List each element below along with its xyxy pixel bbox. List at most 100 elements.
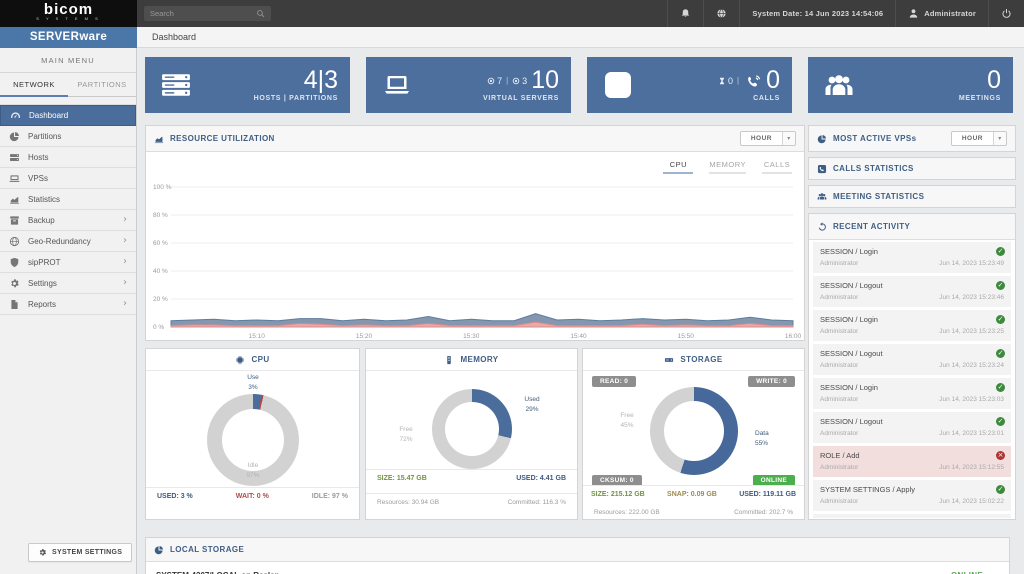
activity-timestamp: Jun 14, 2023 15:23:24 [939,362,1004,369]
sidebar-tabs: NETWORK PARTITIONS [0,73,136,97]
activity-item[interactable]: SESSION / Logout✓AdministratorJun 14, 20… [813,344,1011,375]
user-menu[interactable]: Administrator [896,0,988,27]
sidebar-item-statistics[interactable]: Statistics [0,189,136,210]
network-status-button[interactable] [704,0,739,27]
activity-item[interactable]: SYSTEM SETTINGS / Apply✓AdministratorJun… [813,480,1011,511]
stat-card-virtual-servers[interactable]: 7|3 10 VIRTUAL SERVERS [366,57,571,113]
notifications-button[interactable] [668,0,703,27]
success-icon: ✓ [996,383,1005,392]
resource-utilization-panel: RESOURCE UTILIZATION HOUR ▾ CPUMEMORYCAL… [145,125,805,341]
search-icon[interactable] [256,9,265,18]
gauge-icon [10,110,21,121]
laptop-icon [382,73,412,97]
phone-square-icon [605,72,631,98]
vps-stopped-count: 3 [522,76,527,86]
server-stack-icon [161,73,191,97]
activity-item[interactable]: ROLE / Add×AdministratorJun 14, 2023 15:… [813,446,1011,477]
sidebar-item-dashboard[interactable]: Dashboard [0,105,136,126]
gears-icon [9,278,20,289]
activity-item[interactable]: SESSION / Login✓AdministratorJun 14, 202… [813,378,1011,409]
sidebar-item-backup[interactable]: Backup› [0,210,136,231]
storage-panel-header: STORAGE [583,349,804,371]
top-bar: bicom S Y S T E M S System Date: 14 Jun … [0,0,1024,27]
meetings-label: MEETINGS [959,95,1001,102]
resource-utilization-chart: 0 %20 %40 %60 %80 %100 %15:1015:2015:301… [146,152,804,340]
activity-item[interactable]: SESSION / Login✓AdministratorJun 14, 202… [813,310,1011,341]
shield-icon [9,257,20,268]
sidebar-item-label: Reports [28,300,56,309]
meeting-statistics-panel[interactable]: MEETING STATISTICS [808,185,1016,208]
read-badge: READ: 0 [592,376,636,387]
tab-partitions[interactable]: PARTITIONS [68,73,136,96]
activity-item[interactable]: SESSION / Logout✓AdministratorJun 14, 20… [813,412,1011,443]
memory-panel-header: MEMORY [366,349,577,371]
pie-icon [9,131,20,142]
activity-item[interactable]: SESSION / Logout✓AdministratorJun 14, 20… [813,276,1011,307]
most-active-vps-panel[interactable]: MOST ACTIVE VPSs HOUR ▾ [808,125,1016,152]
bicom-logo[interactable]: bicom S Y S T E M S [0,0,137,27]
memory-footer-secondary: Resources: 30.94 GB Committed: 116.3 % [366,493,577,511]
memory-donut-chart [432,389,512,469]
stat-card-meetings[interactable]: 0 MEETINGS [808,57,1013,113]
local-storage-row[interactable]: SYSTEM-4207/LOCAL on Raslan ONLINE [146,562,1009,574]
svg-text:0 %: 0 % [153,324,164,331]
hourglass-icon [718,77,726,85]
phone-wave-icon [745,74,762,88]
stat-card-calls[interactable]: 0| 0 CALLS [587,57,792,113]
brand-bar: SERVERware [0,27,137,48]
calls-queued-count: 0 [728,76,733,86]
vps-value: 10 [531,68,559,93]
sidebar-item-sipprot[interactable]: sipPROT› [0,252,136,273]
svg-text:40 %: 40 % [153,268,168,275]
logout-button[interactable] [989,0,1024,27]
svg-text:15:30: 15:30 [463,333,480,340]
activity-title: SESSION / Login [820,247,1004,256]
sidebar-item-vpss[interactable]: VPSs [0,168,136,189]
sidebar: MAIN MENU NETWORK PARTITIONS DashboardPa… [0,48,137,574]
activity-timestamp: Jun 14, 2023 15:23:46 [939,294,1004,301]
storage-footer: SIZE: 215.12 GB SNAP: 0.09 GB USED: 119.… [583,485,804,503]
activity-user: Administrator [820,260,858,267]
storage-panel: STORAGE READ: 0 WRITE: 0 Data55% Free45%… [582,348,805,520]
system-settings-button[interactable]: SYSTEM SETTINGS [28,543,132,562]
sidebar-item-geo-redundancy[interactable]: Geo-Redundancy› [0,231,136,252]
activity-item[interactable]: SYSTEM SETTINGS / Update✓AdministratorJu… [813,514,1011,518]
memory-panel: MEMORY Used29% Free72% SIZE: 15.47 GB US… [365,348,578,520]
resource-period-dropdown[interactable]: HOUR ▾ [740,131,796,146]
username: Administrator [924,9,976,18]
memory-stick-icon [444,355,454,365]
activity-user: Administrator [820,430,858,437]
success-icon: ✓ [996,349,1005,358]
chevron-right-icon: › [123,257,127,267]
success-icon: ✓ [996,315,1005,324]
people-icon [817,192,827,202]
calls-statistics-panel[interactable]: CALLS STATISTICS [808,157,1016,180]
activity-user: Administrator [820,396,858,403]
activity-timestamp: Jun 14, 2023 15:23:01 [939,430,1004,437]
logo-subtext: S Y S T E M S [0,16,137,21]
stat-card-hosts[interactable]: 4|3 HOSTS | PARTITIONS [145,57,350,113]
recent-activity-list: SESSION / Login✓AdministratorJun 14, 202… [813,242,1011,518]
activity-title: SYSTEM SETTINGS / Apply [820,485,1004,494]
search-input[interactable] [150,9,256,18]
sidebar-item-hosts[interactable]: Hosts [0,147,136,168]
activity-title: SESSION / Login [820,383,1004,392]
svg-text:15:40: 15:40 [570,333,587,340]
topbar-right-cluster: System Date: 14 Jun 2023 14:54:06 Admini… [667,0,1024,27]
sidebar-item-settings[interactable]: Settings› [0,273,136,294]
activity-title: SESSION / Logout [820,417,1004,426]
sidebar-item-reports[interactable]: Reports› [0,294,136,315]
cpu-chip-icon [235,355,245,365]
tab-network[interactable]: NETWORK [0,73,68,97]
activity-item[interactable]: SESSION / Login✓AdministratorJun 14, 202… [813,242,1011,273]
activity-user: Administrator [820,498,858,505]
vps-period-dropdown[interactable]: HOUR ▾ [951,131,1007,146]
svg-text:60 %: 60 % [153,240,168,247]
calls-value: 0 [766,68,780,93]
search-bar [144,6,271,21]
storage-data-label: Data55% [755,429,795,449]
cpu-panel: CPU Use3% Idle97% USED: 3 % WAIT: 0 % ID… [145,348,360,520]
vps-label: VIRTUAL SERVERS [483,95,559,102]
sidebar-item-partitions[interactable]: Partitions [0,126,136,147]
vps-stopped-icon [512,77,520,85]
